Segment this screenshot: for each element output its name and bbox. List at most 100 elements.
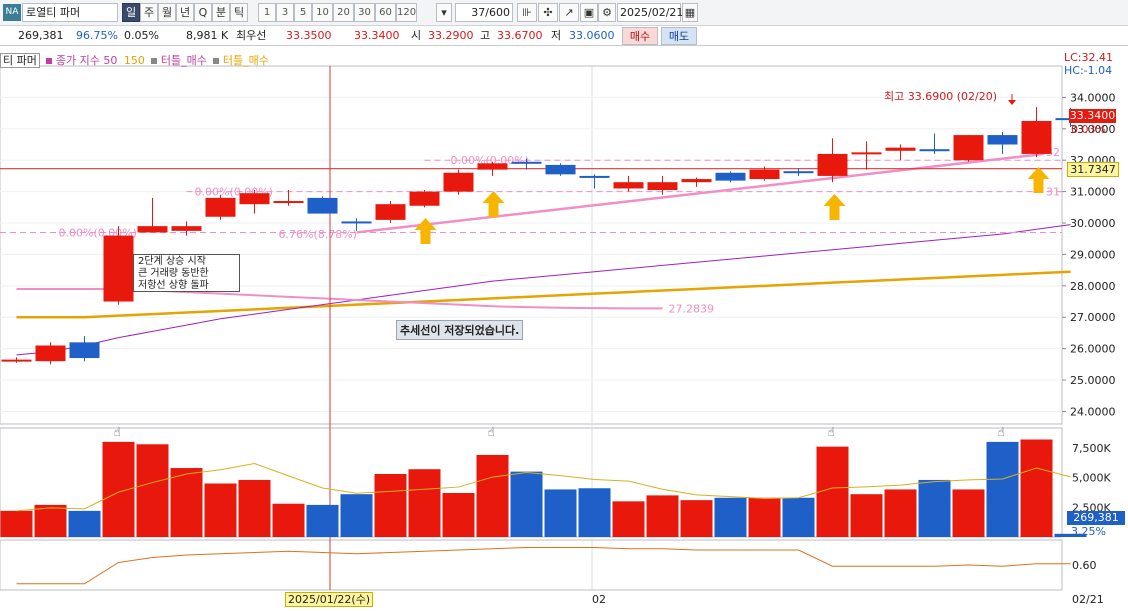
note-line-1: 2단계 상승 시작 — [138, 256, 206, 267]
volume-bar — [612, 501, 645, 537]
legend-turtle1: 터틀_매수 — [160, 54, 207, 67]
volume-bar — [170, 468, 203, 537]
candle-body — [35, 345, 66, 362]
price-panel — [0, 65, 1063, 425]
price-tick-label: 25.0000 — [1070, 374, 1116, 387]
sell-button[interactable]: 매도 — [661, 27, 697, 45]
stock-name-field[interactable]: 로열티 파머 — [22, 3, 118, 22]
volume-bar — [884, 489, 917, 537]
open-price: 33.2900 — [428, 29, 474, 42]
lc-label: LC:32.41 — [1064, 51, 1114, 64]
series-icon[interactable]: ⊪ — [517, 3, 537, 22]
candle-body — [409, 191, 440, 206]
count-field[interactable]: 37/600 — [455, 3, 513, 22]
low-price: 33.0600 — [569, 29, 615, 42]
interval-button[interactable]: 10 — [312, 3, 333, 22]
calendar-icon[interactable]: ▦ — [682, 3, 698, 22]
interval-button[interactable]: 3 — [276, 3, 294, 22]
volume-tick-label: 7,500K — [1072, 442, 1111, 455]
volume-bar — [646, 495, 679, 537]
period-button[interactable]: 일 — [122, 3, 140, 22]
volume-bar — [204, 483, 237, 537]
interval-button[interactable]: 20 — [333, 3, 354, 22]
interval-dropdown[interactable]: ▾ — [436, 3, 452, 22]
x-label-mid: 02 — [592, 593, 606, 606]
price-tick-label: 34.0000 — [1070, 91, 1116, 104]
best-label: 최우선 — [236, 29, 267, 42]
note-line-3: 저항선 상향 돌파 — [138, 280, 209, 291]
gear-icon[interactable]: ⚙ — [598, 3, 616, 22]
candle-body — [987, 135, 1018, 145]
candle-body — [307, 197, 338, 214]
period-button[interactable]: 주 — [140, 3, 158, 22]
open-label: 시 — [411, 29, 422, 42]
high-price: 33.6700 — [497, 29, 543, 42]
period-button[interactable]: 분 — [212, 3, 230, 22]
volume-bar — [374, 473, 407, 537]
volume-last-tag: 269,381 — [1067, 511, 1125, 525]
volume-bar — [714, 497, 747, 537]
candle-body — [171, 226, 202, 231]
note-box[interactable]: 2단계 상승 시작 큰 거래량 동반한 저항선 상향 돌파 — [133, 254, 240, 292]
price-tick-label: 30.0000 — [1070, 217, 1116, 230]
period-button[interactable]: 월 — [158, 3, 176, 22]
volume-bar — [272, 503, 305, 537]
candle-body — [681, 179, 712, 183]
high-label: 고 — [480, 29, 491, 42]
candle-body — [579, 175, 610, 178]
volume-bar — [850, 494, 883, 537]
candle-body — [885, 147, 916, 151]
interval-button[interactable]: 30 — [354, 3, 375, 22]
price-tick-label: 31.0000 — [1070, 186, 1116, 199]
candle-body — [69, 342, 100, 359]
price-tick-label: 28.0000 — [1070, 280, 1116, 293]
candle-body — [545, 164, 576, 175]
pointer-icon: ☝ — [998, 425, 1005, 439]
interval-button[interactable]: 120 — [396, 3, 417, 22]
candle-body — [375, 204, 406, 220]
change-pct: 0.05% — [124, 29, 159, 42]
volume-bar — [408, 469, 441, 537]
volume-bar — [1020, 439, 1053, 537]
price-chart[interactable]: 27.2839 32310.00%(0.00%)0.00%(0.00%)0.00… — [0, 46, 1128, 611]
legend-turtle2: 터틀_매수 — [222, 54, 269, 67]
volume-bar — [34, 504, 67, 537]
low-label: 저 — [551, 29, 562, 42]
candle-body — [647, 182, 678, 191]
hc-label: HC:-1.04 — [1064, 64, 1113, 77]
volume-bar — [510, 471, 543, 537]
volume-bar — [782, 497, 815, 537]
legend-name: 티 파머 — [0, 53, 40, 68]
volume-bar — [0, 510, 33, 537]
note-line-2: 큰 거래량 동반한 — [138, 268, 209, 279]
candle-icon[interactable]: ✣ — [538, 3, 558, 22]
last-pct: 0.03% — [1071, 123, 1106, 136]
volume-bar — [578, 488, 611, 537]
candle-body — [103, 235, 134, 302]
trend-icon[interactable]: ↗ — [559, 3, 579, 22]
ask-price: 33.3500 — [286, 29, 332, 42]
pointer-icon: ☝ — [114, 425, 121, 439]
volume-bar — [442, 493, 475, 537]
toolbar: NA 로열티 파머 ▾ 37/600 ⊪ ✣ ↗ ▣ ⚙ 2025/02/21 … — [0, 0, 1128, 26]
interval-button[interactable]: 1 — [258, 3, 276, 22]
candle-body — [239, 193, 270, 205]
candle-body — [817, 153, 848, 176]
candle-body — [919, 149, 950, 152]
volume-bar — [238, 479, 271, 537]
period-button[interactable]: Q — [194, 3, 212, 22]
period-button[interactable]: 년 — [176, 3, 194, 22]
interval-button[interactable]: 5 — [294, 3, 312, 22]
x-label-end: 02/21 — [1072, 593, 1104, 606]
volume-bar — [476, 454, 509, 537]
interval-button[interactable]: 60 — [375, 3, 396, 22]
date-field[interactable]: 2025/02/21 — [617, 3, 683, 22]
legend-turtle1-swatch — [151, 58, 158, 64]
buy-button[interactable]: 매수 — [622, 27, 658, 45]
volume-tick-label: 5,000K — [1072, 472, 1111, 485]
hline-tag: 31.7347 — [1067, 162, 1119, 177]
candle-body — [1, 359, 32, 362]
period-button[interactable]: 틱 — [230, 3, 248, 22]
save-icon[interactable]: ▣ — [580, 3, 598, 22]
legend-ma-label: 종가 지수 50 — [55, 54, 118, 67]
